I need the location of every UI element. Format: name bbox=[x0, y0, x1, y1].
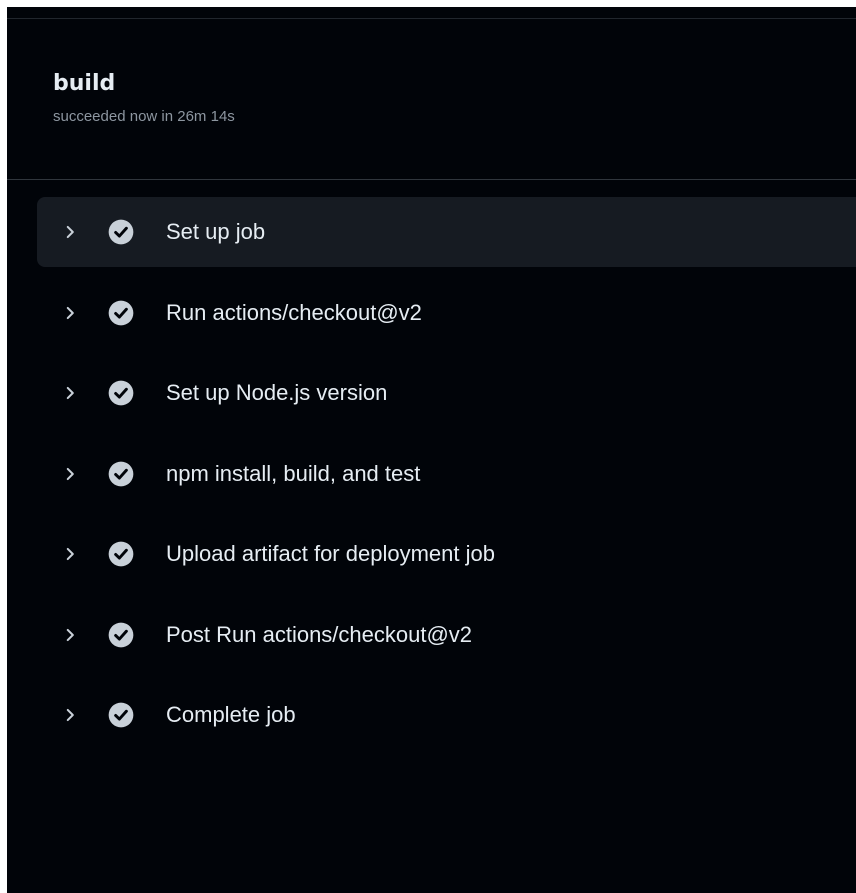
step-label: Upload artifact for deployment job bbox=[166, 541, 495, 566]
step-row-6[interactable]: Post Run actions/checkout@v2 bbox=[37, 600, 856, 670]
step-row-7[interactable]: Complete job bbox=[37, 680, 856, 750]
step-label: npm install, build, and test bbox=[166, 461, 421, 486]
step-label: Post Run actions/checkout@v2 bbox=[166, 622, 473, 647]
step-label: Set up Node.js version bbox=[166, 380, 388, 405]
check-circle-fill-icon bbox=[108, 380, 134, 406]
step-row-5[interactable]: Upload artifact for deployment job bbox=[37, 519, 856, 589]
chevron-right-icon[interactable] bbox=[61, 465, 79, 483]
check-circle-fill-icon bbox=[108, 219, 134, 245]
job-logs-panel: build succeeded now in 26m 14s Set up jo… bbox=[7, 7, 856, 893]
step-row-4[interactable]: npm install, build, and test bbox=[37, 439, 856, 509]
check-circle-fill-icon bbox=[108, 461, 134, 487]
chevron-right-icon[interactable] bbox=[61, 223, 79, 241]
step-label: Complete job bbox=[166, 702, 296, 727]
step-label: Set up job bbox=[166, 219, 266, 244]
step-row-1[interactable]: Set up job bbox=[37, 197, 856, 267]
check-circle-fill-icon bbox=[108, 622, 134, 648]
step-label: Run actions/checkout@v2 bbox=[166, 300, 422, 325]
check-circle-fill-icon bbox=[108, 300, 134, 326]
chevron-right-icon[interactable] bbox=[61, 304, 79, 322]
check-circle-fill-icon bbox=[108, 702, 134, 728]
job-steps-list: Set up job Run actions/checkout@v2 Set u… bbox=[7, 7, 856, 893]
step-row-2[interactable]: Run actions/checkout@v2 bbox=[37, 278, 856, 348]
chevron-right-icon[interactable] bbox=[61, 384, 79, 402]
chevron-right-icon[interactable] bbox=[61, 706, 79, 724]
chevron-right-icon[interactable] bbox=[61, 545, 79, 563]
chevron-right-icon[interactable] bbox=[61, 626, 79, 644]
check-circle-fill-icon bbox=[108, 541, 134, 567]
screenshot-frame: build succeeded now in 26m 14s Set up jo… bbox=[0, 0, 856, 893]
step-row-3[interactable]: Set up Node.js version bbox=[37, 358, 856, 428]
